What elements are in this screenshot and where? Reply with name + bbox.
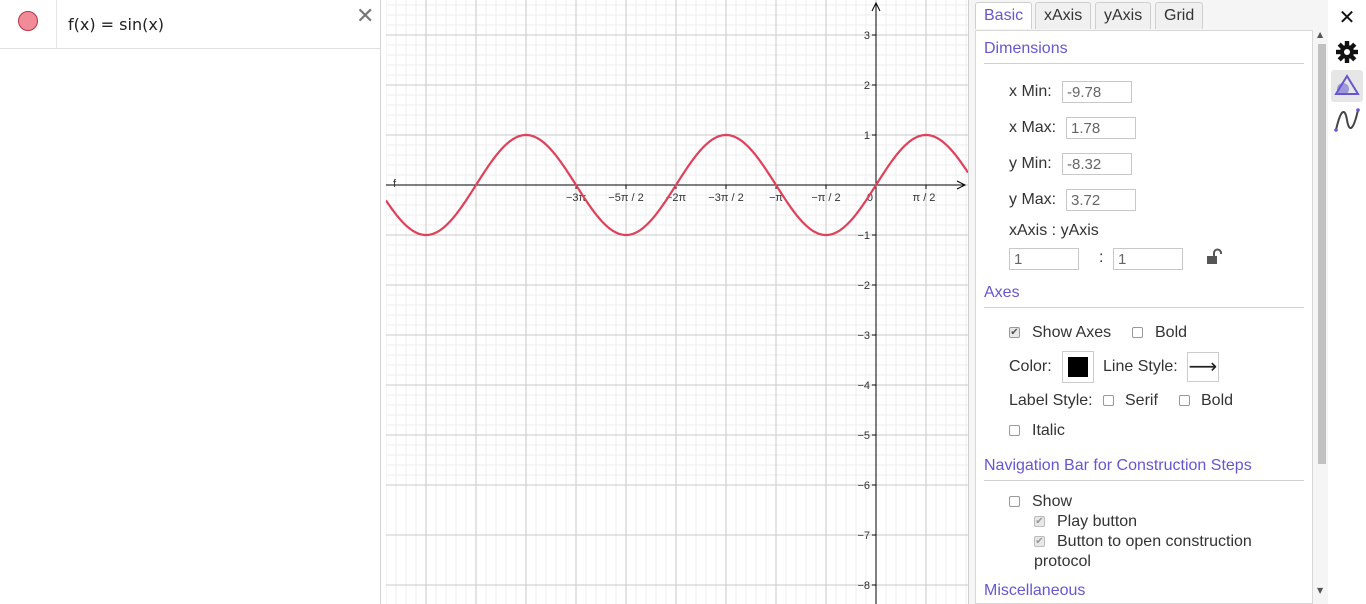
- divider: [984, 480, 1304, 481]
- navbar-show-checkbox[interactable]: [1009, 496, 1020, 507]
- gear-icon[interactable]: [1331, 36, 1363, 68]
- function-style-icon[interactable]: [1331, 104, 1363, 136]
- open-protocol-label-cont: protocol: [1034, 553, 1091, 570]
- tab-yaxis[interactable]: yAxis: [1095, 2, 1152, 29]
- unlock-icon[interactable]: [1206, 248, 1222, 266]
- y-tick-label: −3: [857, 330, 870, 342]
- y-tick-label: −1: [857, 230, 870, 242]
- divider: [984, 63, 1304, 64]
- xmax-label: x Max:: [1009, 119, 1057, 136]
- scroll-down-arrow-icon[interactable]: ▼: [1317, 586, 1323, 595]
- y-tick-label: −8: [857, 580, 870, 592]
- ymax-label: y Max:: [1009, 191, 1057, 208]
- scroll-up-arrow-icon[interactable]: ▲: [1317, 30, 1323, 39]
- graph-canvas[interactable]: −3π −5π / 2 −2π −3π / 2 −π −π / 20π / 2321−1−…: [386, 0, 968, 604]
- visibility-toggle-marble[interactable]: [18, 11, 38, 31]
- y-tick-label: −4: [857, 380, 870, 392]
- y-tick-label: −2: [857, 280, 870, 292]
- ratio-separator: :: [1099, 249, 1104, 266]
- axes-bold-label: Bold: [1155, 324, 1188, 341]
- y-tick-label: −5: [857, 430, 870, 442]
- x-tick-label: −3π / 2: [708, 192, 743, 204]
- function-definition[interactable]: f(x) = sin(x): [68, 15, 164, 34]
- italic-checkbox[interactable]: [1009, 425, 1020, 436]
- x-tick-label: −2π: [666, 192, 687, 204]
- ratio-x-input[interactable]: [1009, 248, 1079, 270]
- algebra-view: f(x) = sin(x) ✕: [0, 0, 381, 604]
- curve-icon: [1334, 108, 1360, 132]
- open-protocol-label: Button to open construction: [1057, 533, 1252, 550]
- x-tick-label: −5π / 2: [608, 192, 643, 204]
- color-label: Color:: [1009, 358, 1052, 375]
- divider: [984, 307, 1304, 308]
- label-style-label: Label Style:: [1009, 392, 1093, 409]
- properties-panel: Basic xAxis yAxis Grid Dimensions x Min:…: [968, 0, 1329, 604]
- y-tick-label: −7: [857, 530, 870, 542]
- show-axes-checkbox[interactable]: ✔: [1009, 327, 1020, 338]
- axes-color-button[interactable]: [1062, 351, 1094, 383]
- axes-bold-checkbox[interactable]: [1132, 327, 1143, 338]
- label-bold-checkbox[interactable]: [1179, 395, 1190, 406]
- ymin-label: y Min:: [1009, 155, 1052, 172]
- axes-ratio-label: xAxis : yAxis: [1009, 222, 1099, 239]
- section-axes-title: Axes: [984, 284, 1020, 301]
- line-style-label: Line Style:: [1103, 358, 1178, 375]
- label-bold-label: Bold: [1201, 392, 1234, 409]
- row-divider: [56, 0, 57, 48]
- line-style-button[interactable]: ⟶: [1187, 352, 1219, 382]
- serif-label: Serif: [1125, 392, 1158, 409]
- italic-label: Italic: [1032, 422, 1065, 439]
- xmin-input[interactable]: [1062, 81, 1132, 103]
- navbar-show-label: Show: [1032, 493, 1073, 510]
- ymax-input[interactable]: [1066, 189, 1136, 211]
- close-icon[interactable]: ✕: [1331, 1, 1363, 33]
- graphics-view[interactable]: −3π −5π / 2 −2π −3π / 2 −π −π / 20π / 2 3 2 1 −1−…: [386, 0, 968, 604]
- play-button-label: Play button: [1057, 513, 1138, 530]
- ymin-input[interactable]: [1062, 153, 1132, 175]
- close-icon[interactable]: ✕: [356, 4, 374, 29]
- section-navbar-title: Navigation Bar for Construction Steps: [984, 457, 1252, 474]
- play-button-checkbox[interactable]: ✔: [1034, 516, 1045, 527]
- section-misc-title: Miscellaneous: [984, 582, 1086, 599]
- properties-scrollbar[interactable]: ▲ ▼: [1315, 30, 1329, 600]
- y-tick-label: 2: [864, 80, 870, 92]
- scroll-thumb[interactable]: [1318, 44, 1326, 464]
- tab-grid[interactable]: Grid: [1155, 2, 1204, 29]
- open-protocol-checkbox[interactable]: ✔: [1034, 536, 1045, 547]
- y-tick-label: 3: [864, 30, 870, 42]
- x-tick-label: π / 2: [913, 192, 936, 204]
- triangle-circle-icon: [1334, 74, 1360, 95]
- color-swatch-fill: [1068, 357, 1088, 377]
- style-toolbar: ✕: [1328, 0, 1366, 604]
- xmax-input[interactable]: [1066, 117, 1136, 139]
- section-dimensions-title: Dimensions: [984, 40, 1068, 57]
- xmin-label: x Min:: [1009, 83, 1052, 100]
- properties-content: Dimensions x Min: x Max: y Min: y Max: x…: [975, 30, 1313, 604]
- tab-xaxis[interactable]: xAxis: [1035, 2, 1092, 29]
- graphics-style-icon[interactable]: [1331, 70, 1363, 102]
- ratio-y-input[interactable]: [1113, 248, 1183, 270]
- y-tick-label: 1: [864, 130, 870, 142]
- algebra-row-f[interactable]: f(x) = sin(x) ✕: [0, 0, 380, 49]
- tab-basic[interactable]: Basic: [975, 2, 1033, 29]
- show-axes-label: Show Axes: [1032, 324, 1112, 341]
- gear-icon: [1336, 41, 1358, 63]
- x-tick-label: −π / 2: [811, 192, 840, 204]
- serif-checkbox[interactable]: [1103, 395, 1114, 406]
- y-tick-label: −6: [857, 480, 870, 492]
